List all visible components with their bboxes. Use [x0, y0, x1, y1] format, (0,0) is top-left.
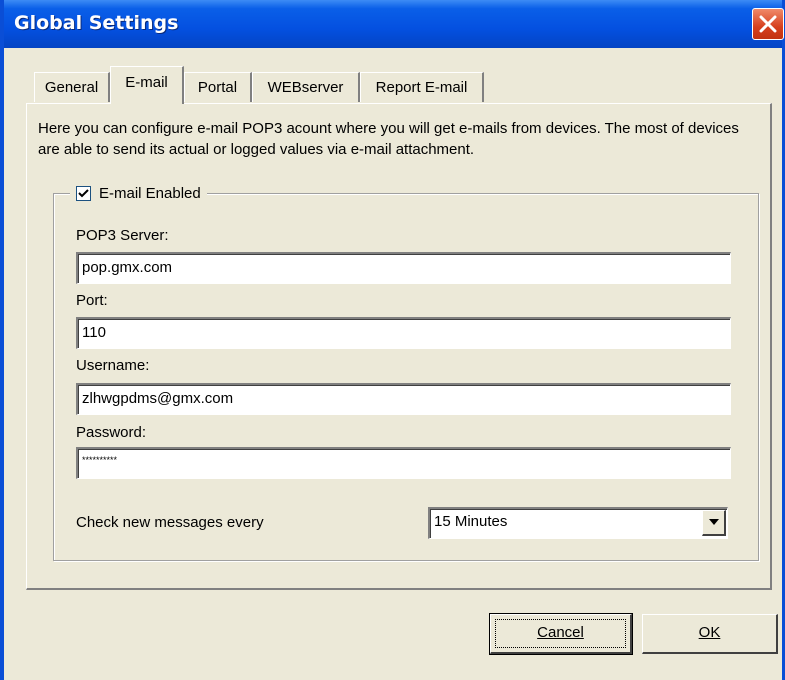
- email-description: Here you can configure e-mail POP3 acoun…: [38, 120, 739, 158]
- check-interval-value: 15 Minutes: [434, 513, 508, 530]
- checkbox-box[interactable]: [76, 185, 91, 201]
- check-interval-select[interactable]: 15 Minutes: [428, 507, 728, 539]
- tab-webserver[interactable]: WEBserver: [252, 72, 360, 102]
- tab-portal[interactable]: Portal: [184, 72, 252, 102]
- tab-general[interactable]: General: [34, 72, 110, 102]
- email-enabled-label: E-mail Enabled: [99, 184, 201, 202]
- port-label: Port:: [76, 292, 108, 309]
- password-label: Password:: [76, 424, 147, 441]
- dropdown-button[interactable]: [702, 510, 726, 536]
- pop3-server-label: POP3 Server:: [76, 227, 169, 244]
- tab-email[interactable]: E-mail: [110, 66, 184, 104]
- ok-button[interactable]: OK: [642, 614, 778, 654]
- port-input[interactable]: 110: [76, 317, 731, 349]
- cancel-button[interactable]: Cancel: [489, 613, 633, 655]
- username-input[interactable]: zlhwgpdms@gmx.com: [76, 383, 731, 415]
- close-button[interactable]: [752, 8, 784, 40]
- password-input[interactable]: **********: [76, 447, 731, 479]
- email-groupbox: [53, 193, 759, 561]
- tab-report-email[interactable]: Report E-mail: [360, 72, 484, 102]
- cancel-label: Cancel: [537, 624, 584, 641]
- checkmark-icon: [78, 188, 89, 197]
- window-title: Global Settings: [14, 12, 179, 34]
- chevron-down-icon: [709, 519, 719, 525]
- ok-label: OK: [698, 624, 721, 641]
- email-enabled-checkbox[interactable]: E-mail Enabled: [70, 180, 207, 206]
- title-bar[interactable]: Global Settings: [4, 0, 784, 48]
- pop3-server-input[interactable]: pop.gmx.com: [76, 252, 731, 284]
- close-icon: [759, 15, 777, 33]
- global-settings-dialog: Global Settings General E-mail Portal WE…: [0, 0, 785, 680]
- check-interval-label: Check new messages every: [76, 514, 264, 531]
- username-label: Username:: [76, 357, 150, 374]
